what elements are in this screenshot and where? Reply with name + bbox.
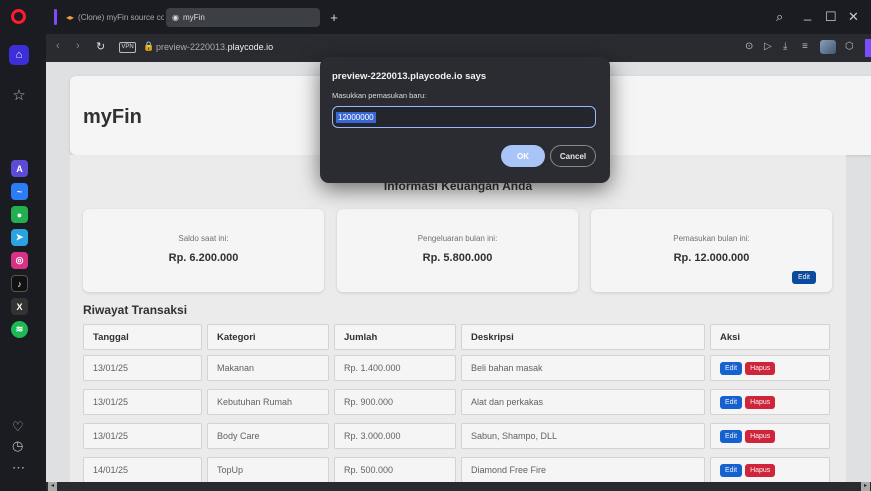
tiktok-app-icon[interactable]: ♪ — [11, 275, 28, 292]
tab-clone-source[interactable]: ◂▸ (Clone) myFin source cod — [60, 8, 164, 27]
back-icon[interactable]: ‹ — [56, 40, 60, 52]
reload-icon[interactable]: ↻ — [96, 40, 105, 53]
lock-icon[interactable]: 🔒 — [143, 41, 154, 52]
x-app-icon[interactable]: X — [11, 298, 28, 315]
income-input-value: 12000000 — [336, 111, 376, 123]
extension-badge[interactable] — [865, 39, 871, 57]
history-icon[interactable]: ◷ — [12, 438, 23, 454]
spotify-app-icon[interactable]: ≋ — [11, 321, 28, 338]
camera-icon[interactable]: ⊙ — [745, 41, 753, 52]
tab-search-icon[interactable]: ⌕ — [776, 9, 783, 25]
scroll-left-icon[interactable]: ◂ — [48, 482, 57, 491]
status-bar — [46, 482, 871, 491]
close-icon[interactable]: ✕ — [848, 9, 859, 25]
menu-icon[interactable]: ≡ — [802, 41, 808, 52]
messenger-app-icon[interactable]: ~ — [11, 183, 28, 200]
tab-bar: ◂▸ (Clone) myFin source cod ◉ myFin + ⌕ … — [46, 0, 871, 34]
maximize-icon[interactable]: ☐ — [825, 9, 837, 25]
tab-myfin[interactable]: ◉ myFin — [166, 8, 320, 27]
extensions-icon[interactable]: ⬡ — [845, 41, 854, 52]
globe-icon: ◉ — [172, 13, 179, 22]
whatsapp-app-icon[interactable]: ● — [11, 206, 28, 223]
forward-icon[interactable]: › — [76, 40, 80, 52]
workspace-indicator — [54, 9, 57, 25]
income-input[interactable]: 12000000 — [332, 106, 596, 128]
profile-avatar[interactable] — [820, 40, 836, 54]
ok-button[interactable]: OK — [501, 145, 545, 167]
heart-icon[interactable]: ♡ — [12, 419, 24, 435]
instagram-app-icon[interactable]: ◎ — [11, 252, 28, 269]
new-tab-button[interactable]: + — [325, 8, 343, 26]
dialog-message: Masukkan pemasukan baru: — [332, 91, 427, 100]
dialog-title: preview-2220013.playcode.io says — [332, 71, 487, 82]
scroll-right-icon[interactable]: ▸ — [861, 482, 870, 491]
vpn-badge[interactable]: VPN — [119, 42, 136, 53]
opera-logo-icon[interactable] — [11, 9, 26, 24]
minimize-icon[interactable]: _ — [804, 6, 811, 21]
browser-sidebar: ⌂ ☆ A ~ ● ➤ ◎ ♪ X ≋ ♡ ◷ ⋯ — [0, 0, 46, 491]
url-field[interactable]: preview-2220013.playcode.io — [156, 42, 273, 52]
aria-app-icon[interactable]: A — [11, 160, 28, 177]
prompt-dialog: preview-2220013.playcode.io says Masukka… — [320, 57, 610, 183]
cancel-button[interactable]: Cancel — [550, 145, 596, 167]
code-icon: ◂▸ — [66, 13, 75, 22]
home-icon[interactable]: ⌂ — [9, 45, 29, 65]
telegram-app-icon[interactable]: ➤ — [11, 229, 28, 246]
more-icon[interactable]: ⋯ — [12, 460, 25, 476]
player-icon[interactable]: ▷ — [764, 41, 772, 52]
download-icon[interactable]: ⤓ — [783, 41, 787, 52]
star-icon[interactable]: ☆ — [9, 85, 29, 105]
